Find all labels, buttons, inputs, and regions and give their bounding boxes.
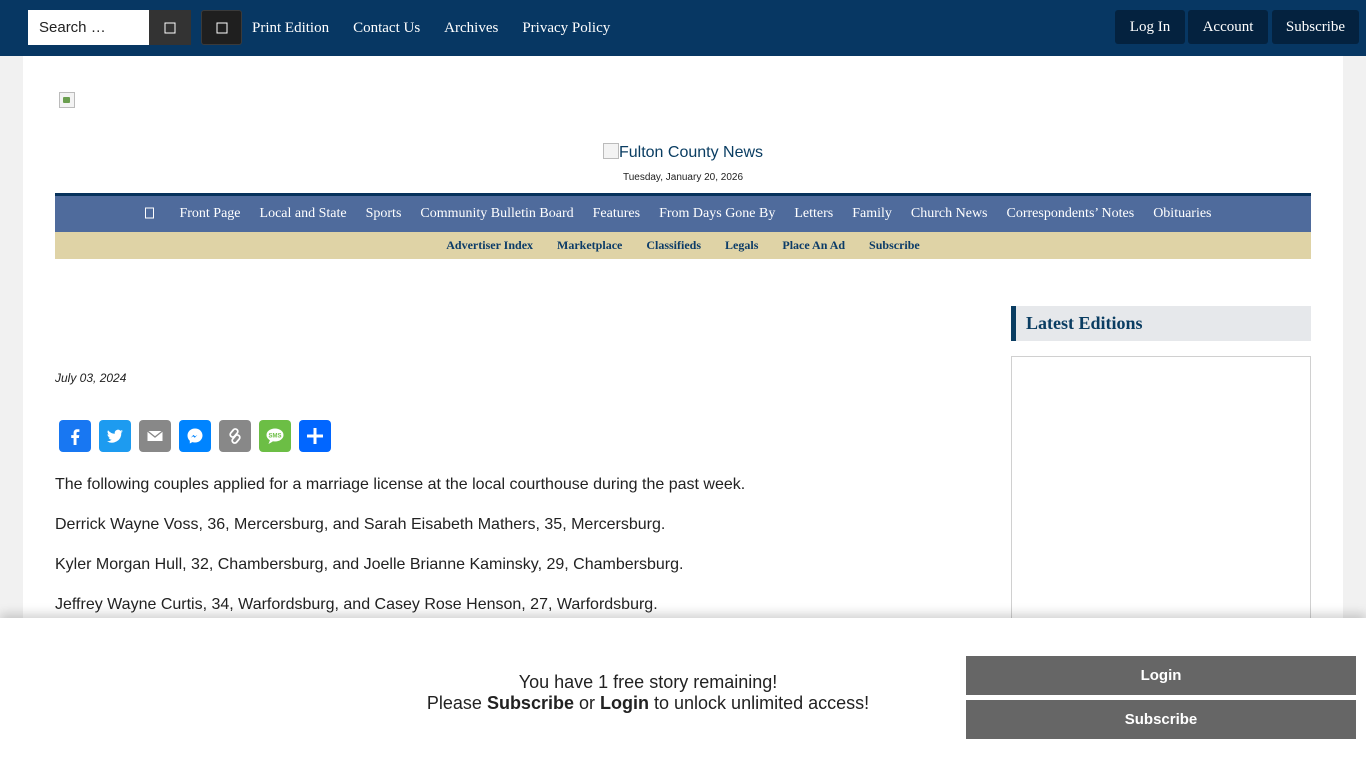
subnav-item-advertiser-index[interactable]: Advertiser Index [446,238,533,253]
article-paragraph: Kyler Morgan Hull, 32, Chambersburg, and… [55,556,684,573]
subscribe-button[interactable]: Subscribe [1272,10,1359,44]
nav-item-obituaries[interactable]: Obituaries [1153,206,1211,222]
header-ad-image [59,92,75,108]
paywall-login-button[interactable]: Login [966,656,1356,695]
share-icon[interactable] [299,420,331,452]
paywall-banner: You have 1 free story remaining! Please … [0,618,1366,768]
account-button[interactable]: Account [1188,10,1268,44]
top-links: Print Edition Contact Us Archives Privac… [252,0,634,56]
svg-text:SMS: SMS [268,433,281,439]
search-button[interactable] [149,10,191,45]
facebook-icon[interactable] [59,420,91,452]
subnav-item-legals[interactable]: Legals [725,238,758,253]
nav-item-front-page[interactable]: Front Page [179,206,240,222]
share-bar: SMS [59,420,339,452]
nav-item-letters[interactable]: Letters [794,206,833,222]
article-date: July 03, 2024 [55,371,127,385]
nav-item-from-days-gone-by[interactable]: From Days Gone By [659,206,775,222]
email-icon[interactable] [139,420,171,452]
broken-image-icon [602,143,619,159]
nav-item-sports[interactable]: Sports [366,206,402,222]
current-date: Tuesday, January 20, 2026 [622,172,744,183]
logo-alt-text: Fulton County News [618,144,764,161]
subnav-item-marketplace[interactable]: Marketplace [557,238,622,253]
menu-icon [216,22,227,33]
article-paragraph: Derrick Wayne Voss, 36, Mercersburg, and… [55,516,666,533]
subnav-item-classifieds[interactable]: Classifieds [646,238,701,253]
nav-item-correspondents-notes[interactable]: Correspondents’ Notes [1007,206,1135,222]
login-button[interactable]: Log In [1115,10,1185,44]
paywall-line-2: Please Subscribe or Login to unlock unli… [426,693,870,713]
twitter-icon[interactable] [99,420,131,452]
paywall-line-1: You have 1 free story remaining! [518,672,778,692]
paywall-subscribe-link[interactable]: Subscribe [487,693,574,713]
copy-link-icon[interactable] [219,420,251,452]
secondary-nav: Advertiser Index Marketplace Classifieds… [55,232,1311,259]
search-icon [164,22,176,33]
search-input[interactable]: Search … [28,10,149,45]
main-nav: Front Page Local and State Sports Commun… [55,193,1311,232]
nav-item-local-and-state[interactable]: Local and State [260,206,347,222]
privacy-policy-link[interactable]: Privacy Policy [522,20,610,37]
article-paragraph: The following couples applied for a marr… [55,476,746,493]
nav-item-church-news[interactable]: Church News [911,206,988,222]
nav-item-community-bulletin-board[interactable]: Community Bulletin Board [420,206,573,222]
print-edition-link[interactable]: Print Edition [252,20,329,37]
subnav-item-place-an-ad[interactable]: Place An Ad [782,238,845,253]
contact-us-link[interactable]: Contact Us [353,20,420,37]
archives-link[interactable]: Archives [444,20,498,37]
latest-editions-box [1011,356,1311,636]
sidebar-heading: Latest Editions [1011,306,1311,341]
nav-item-features[interactable]: Features [593,206,640,222]
nav-item-family[interactable]: Family [852,206,892,222]
paywall-message: You have 1 free story remaining! Please … [398,672,898,714]
home-icon[interactable] [144,207,154,222]
site-logo[interactable]: Fulton County News [0,143,1366,162]
article-paragraph: Jeffrey Wayne Curtis, 34, Warfordsburg, … [55,596,658,613]
paywall-login-link[interactable]: Login [600,693,649,713]
subnav-item-subscribe[interactable]: Subscribe [869,238,920,253]
paywall-subscribe-button[interactable]: Subscribe [966,700,1356,739]
sms-icon[interactable]: SMS [259,420,291,452]
menu-button[interactable] [201,10,242,45]
top-bar: Search … Print Edition Contact Us Archiv… [0,0,1366,56]
messenger-icon[interactable] [179,420,211,452]
